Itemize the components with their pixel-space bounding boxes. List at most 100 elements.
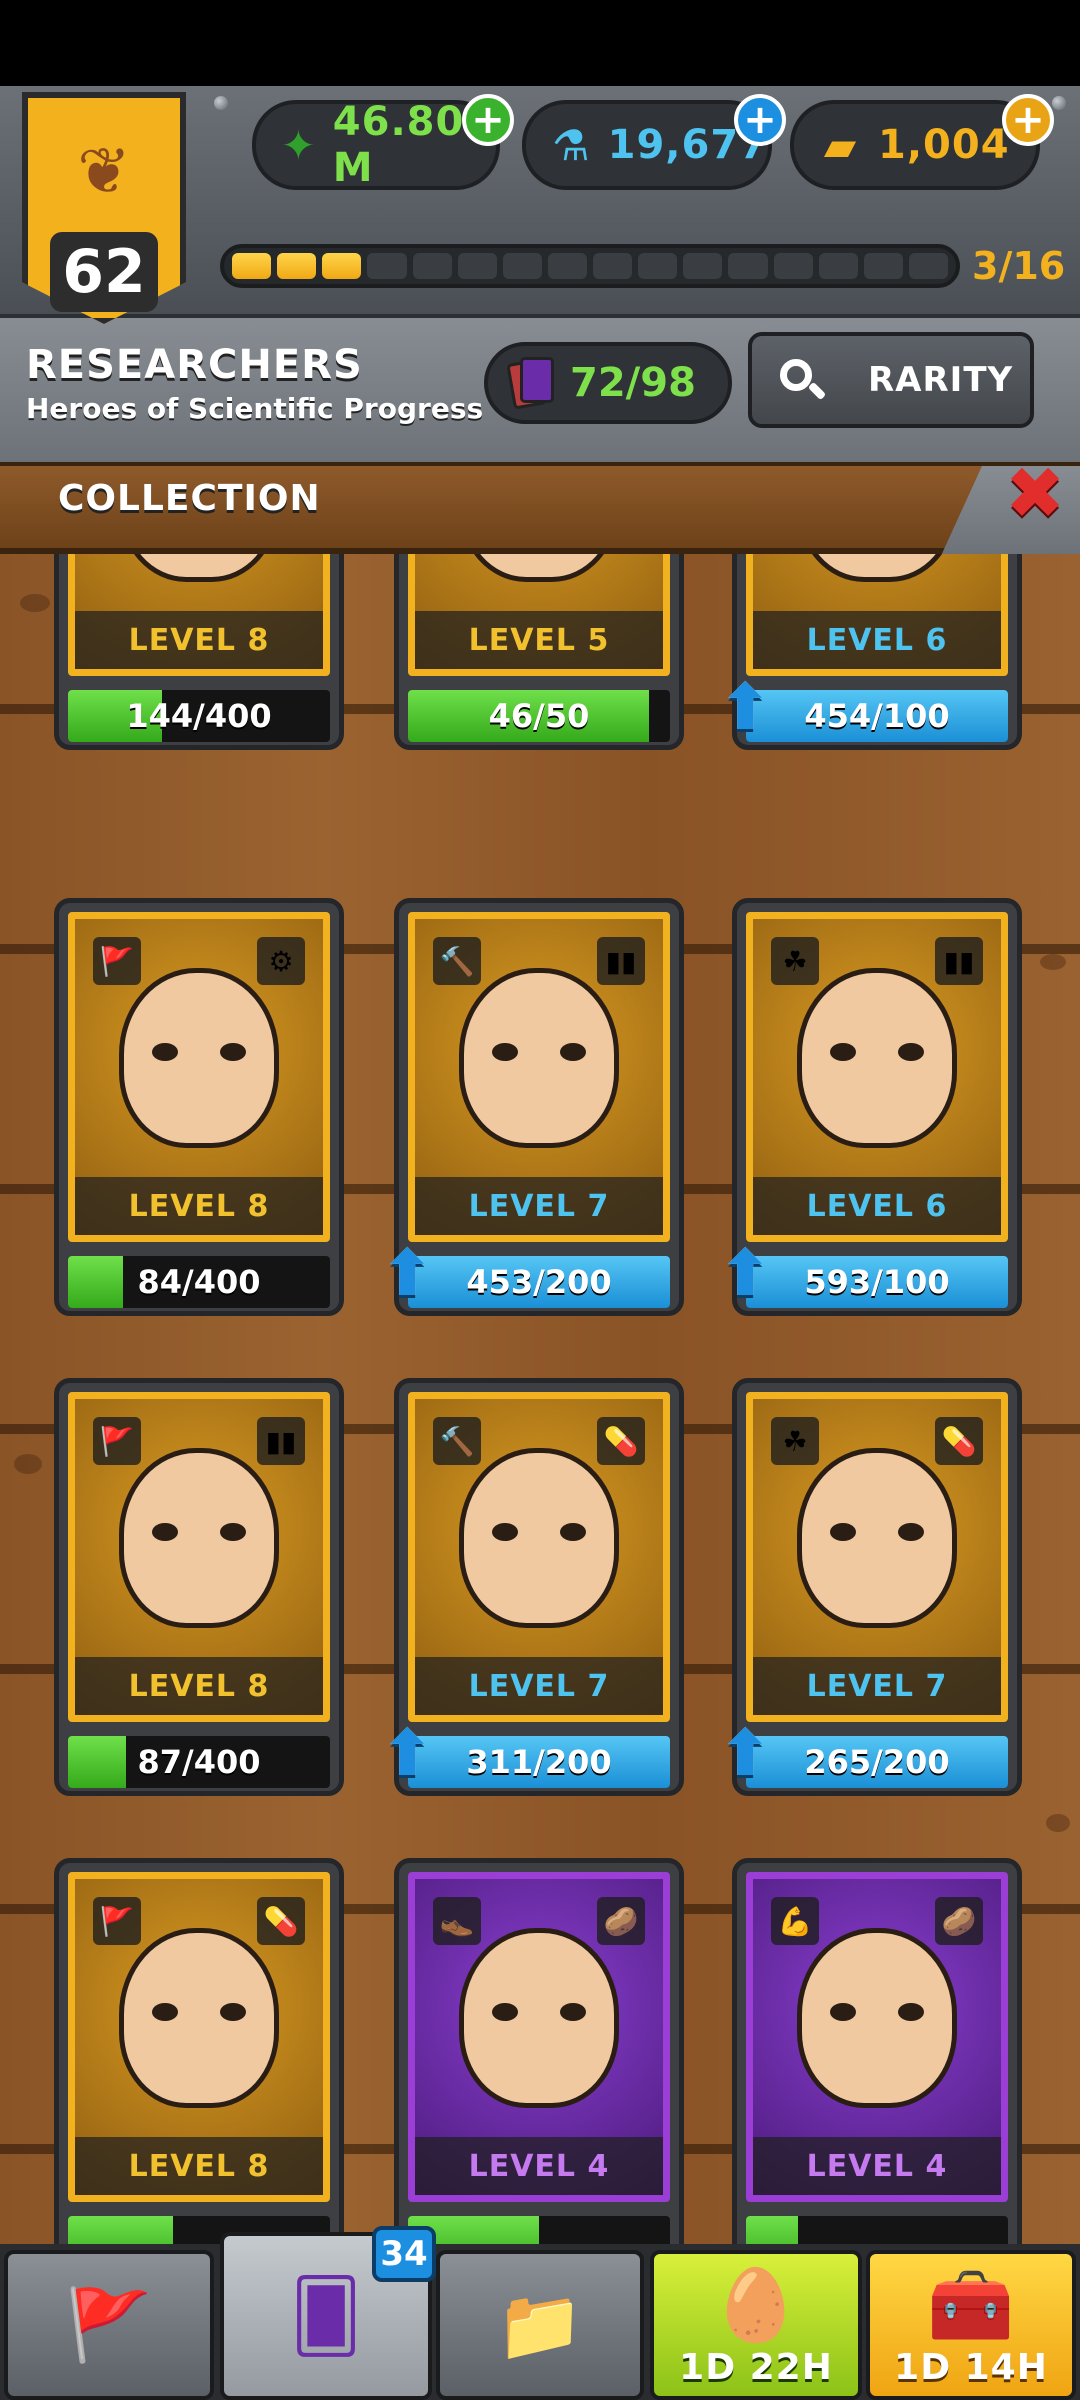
card-portrait: 🔨 💊 LEVEL 7 bbox=[408, 1392, 670, 1722]
add-gold-button[interactable]: + bbox=[1002, 94, 1054, 146]
currency-cash[interactable]: ✦ 46.80 M + bbox=[252, 94, 514, 191]
card-level: LEVEL 8 bbox=[75, 1657, 323, 1715]
card-progress-text: 454/100 bbox=[804, 697, 950, 735]
wings-emblem-icon: ❦ bbox=[77, 135, 131, 209]
status-bar bbox=[0, 0, 1080, 86]
hero-card[interactable]: 🚩 ⚙ LEVEL 8 84/400 bbox=[54, 898, 344, 1358]
card-progress-text: 453/200 bbox=[466, 1263, 612, 1301]
card-portrait: ☘ ▮▮ LEVEL 6 bbox=[746, 912, 1008, 1242]
hero-card[interactable]: 👞 🥔 LEVEL 4 bbox=[394, 1858, 684, 2244]
hero-face bbox=[797, 1448, 957, 1629]
flask-icon: ⚗ bbox=[551, 120, 590, 170]
card-portrait: ☘ 💊 LEVEL 7 bbox=[746, 1392, 1008, 1722]
gold-value: 1,004 bbox=[878, 122, 1010, 168]
card-level: LEVEL 6 bbox=[753, 611, 1001, 669]
hero-face bbox=[119, 1928, 279, 2109]
upgrade-arrow-icon[interactable]: ⬆ bbox=[376, 1237, 438, 1311]
card-progress-text bbox=[408, 2216, 670, 2244]
trait-icon: 🥔 bbox=[935, 1897, 983, 1945]
progress-segment bbox=[863, 253, 903, 279]
card-level: LEVEL 7 bbox=[415, 1657, 663, 1715]
card-progress-bar bbox=[746, 2216, 1008, 2244]
card-portrait: LEVEL 8 bbox=[68, 554, 330, 676]
card-progress-bar: 46/50 bbox=[408, 690, 670, 742]
nav-egg-button[interactable]: 🥚 1D 22H bbox=[650, 2250, 862, 2400]
gold-bar-icon: ▰ bbox=[823, 120, 857, 170]
hero-card[interactable]: 🔨 ▮▮ LEVEL 7 453/200 ⬆ bbox=[380, 898, 684, 1358]
hero-face bbox=[119, 554, 279, 583]
currency-science[interactable]: ⚗ 19,677 + bbox=[522, 94, 786, 190]
trait-icon: ▮▮ bbox=[597, 937, 645, 985]
card-progress-text: 265/200 bbox=[804, 1743, 950, 1781]
hero-card[interactable]: LEVEL 5 46/50 bbox=[394, 554, 684, 792]
close-icon[interactable]: ✖ bbox=[1000, 451, 1070, 535]
trait-icon: ☘ bbox=[771, 1417, 819, 1465]
hero-card[interactable]: 🚩 ▮▮ LEVEL 8 87/400 bbox=[54, 1378, 344, 1838]
card-level: LEVEL 8 bbox=[75, 2137, 323, 2195]
trait-icon: ⚙ bbox=[257, 937, 305, 985]
hero-face bbox=[459, 554, 619, 583]
card-progress-text bbox=[746, 2216, 1008, 2244]
progress-segment bbox=[322, 253, 362, 279]
card-progress-text: 144/400 bbox=[126, 697, 272, 735]
add-science-button[interactable]: + bbox=[734, 94, 786, 146]
flag-icon: 🚩 bbox=[65, 2283, 153, 2366]
cards-owned-value: 72/98 bbox=[570, 360, 696, 406]
trait-icon: 🥔 bbox=[597, 1897, 645, 1945]
rarity-sort-button[interactable]: RARITY bbox=[748, 332, 1034, 428]
upgrade-arrow-icon[interactable]: ⬆ bbox=[714, 1717, 776, 1791]
hero-face bbox=[797, 1928, 957, 2109]
hero-card[interactable]: ☘ ▮▮ LEVEL 6 593/100 ⬆ bbox=[718, 898, 1022, 1358]
hero-face bbox=[797, 968, 957, 1149]
progress-segment bbox=[773, 253, 813, 279]
upgrade-arrow-icon[interactable]: ⬆ bbox=[376, 1717, 438, 1791]
nav-chest-button[interactable]: 🧰 1D 14H bbox=[866, 2250, 1076, 2400]
hero-card[interactable]: LEVEL 8 144/400 bbox=[54, 554, 344, 792]
card-progress-text: 593/100 bbox=[804, 1263, 950, 1301]
card-portrait: 💪 🥔 LEVEL 4 bbox=[746, 1872, 1008, 2202]
progress-segment bbox=[683, 253, 723, 279]
upgrade-arrow-icon[interactable]: ⬆ bbox=[714, 671, 776, 745]
section-subtitle: Heroes of Scientific Progress bbox=[26, 392, 484, 425]
nav-files-button[interactable]: 📁 bbox=[436, 2250, 644, 2400]
rarity-label: RARITY bbox=[868, 360, 1014, 400]
section-title: RESEARCHERS bbox=[26, 342, 363, 388]
trait-icon: 🔨 bbox=[433, 1417, 481, 1465]
trait-icon: ▮▮ bbox=[257, 1417, 305, 1465]
card-progress-bar bbox=[408, 2216, 670, 2244]
player-level-badge[interactable]: ❦ 62 bbox=[6, 92, 202, 336]
trait-icon: 💊 bbox=[597, 1417, 645, 1465]
progress-segment bbox=[547, 253, 587, 279]
card-grid[interactable]: LEVEL 8 144/400 LEVEL 5 46/50 LEVEL 6 454/100… bbox=[0, 554, 1080, 2244]
collection-label: COLLECTION bbox=[58, 478, 321, 519]
add-cash-button[interactable]: + bbox=[462, 94, 514, 146]
progress-segment bbox=[502, 253, 542, 279]
hero-card[interactable]: ☘ 💊 LEVEL 7 265/200 ⬆ bbox=[718, 1378, 1022, 1838]
hero-card[interactable]: 💪 🥔 LEVEL 4 bbox=[732, 1858, 1022, 2244]
progress-segment bbox=[412, 253, 452, 279]
hero-card[interactable]: 🚩 💊 LEVEL 8 bbox=[54, 1858, 344, 2244]
trait-icon: ▮▮ bbox=[935, 937, 983, 985]
nav-map-button[interactable]: 🚩 bbox=[4, 2250, 214, 2400]
cards-notification-badge: 34 bbox=[372, 2226, 436, 2282]
card-progress-bar: 265/200 bbox=[746, 1736, 1008, 1788]
collection-progress-bar bbox=[220, 244, 960, 288]
card-progress-text: 84/400 bbox=[137, 1263, 261, 1301]
card-progress-bar: 453/200 bbox=[408, 1256, 670, 1308]
upgrade-arrow-icon[interactable]: ⬆ bbox=[714, 1237, 776, 1311]
progress-segment bbox=[457, 253, 497, 279]
trait-icon: 🚩 bbox=[93, 1897, 141, 1945]
hero-card[interactable]: 🔨 💊 LEVEL 7 311/200 ⬆ bbox=[380, 1378, 684, 1838]
card-level: LEVEL 7 bbox=[753, 1657, 1001, 1715]
hero-face bbox=[797, 554, 957, 583]
hero-face bbox=[119, 1448, 279, 1629]
hero-card[interactable]: LEVEL 6 454/100 ⬆ bbox=[718, 554, 1022, 792]
card-progress-text: 311/200 bbox=[466, 1743, 612, 1781]
trait-icon: 💊 bbox=[935, 1417, 983, 1465]
currency-gold[interactable]: ▰ 1,004 + bbox=[790, 94, 1054, 190]
progress-segment bbox=[367, 253, 407, 279]
card-level: LEVEL 4 bbox=[415, 2137, 663, 2195]
trait-icon: 🔨 bbox=[433, 937, 481, 985]
card-progress-bar: 84/400 bbox=[68, 1256, 330, 1308]
card-portrait: 🚩 💊 LEVEL 8 bbox=[68, 1872, 330, 2202]
